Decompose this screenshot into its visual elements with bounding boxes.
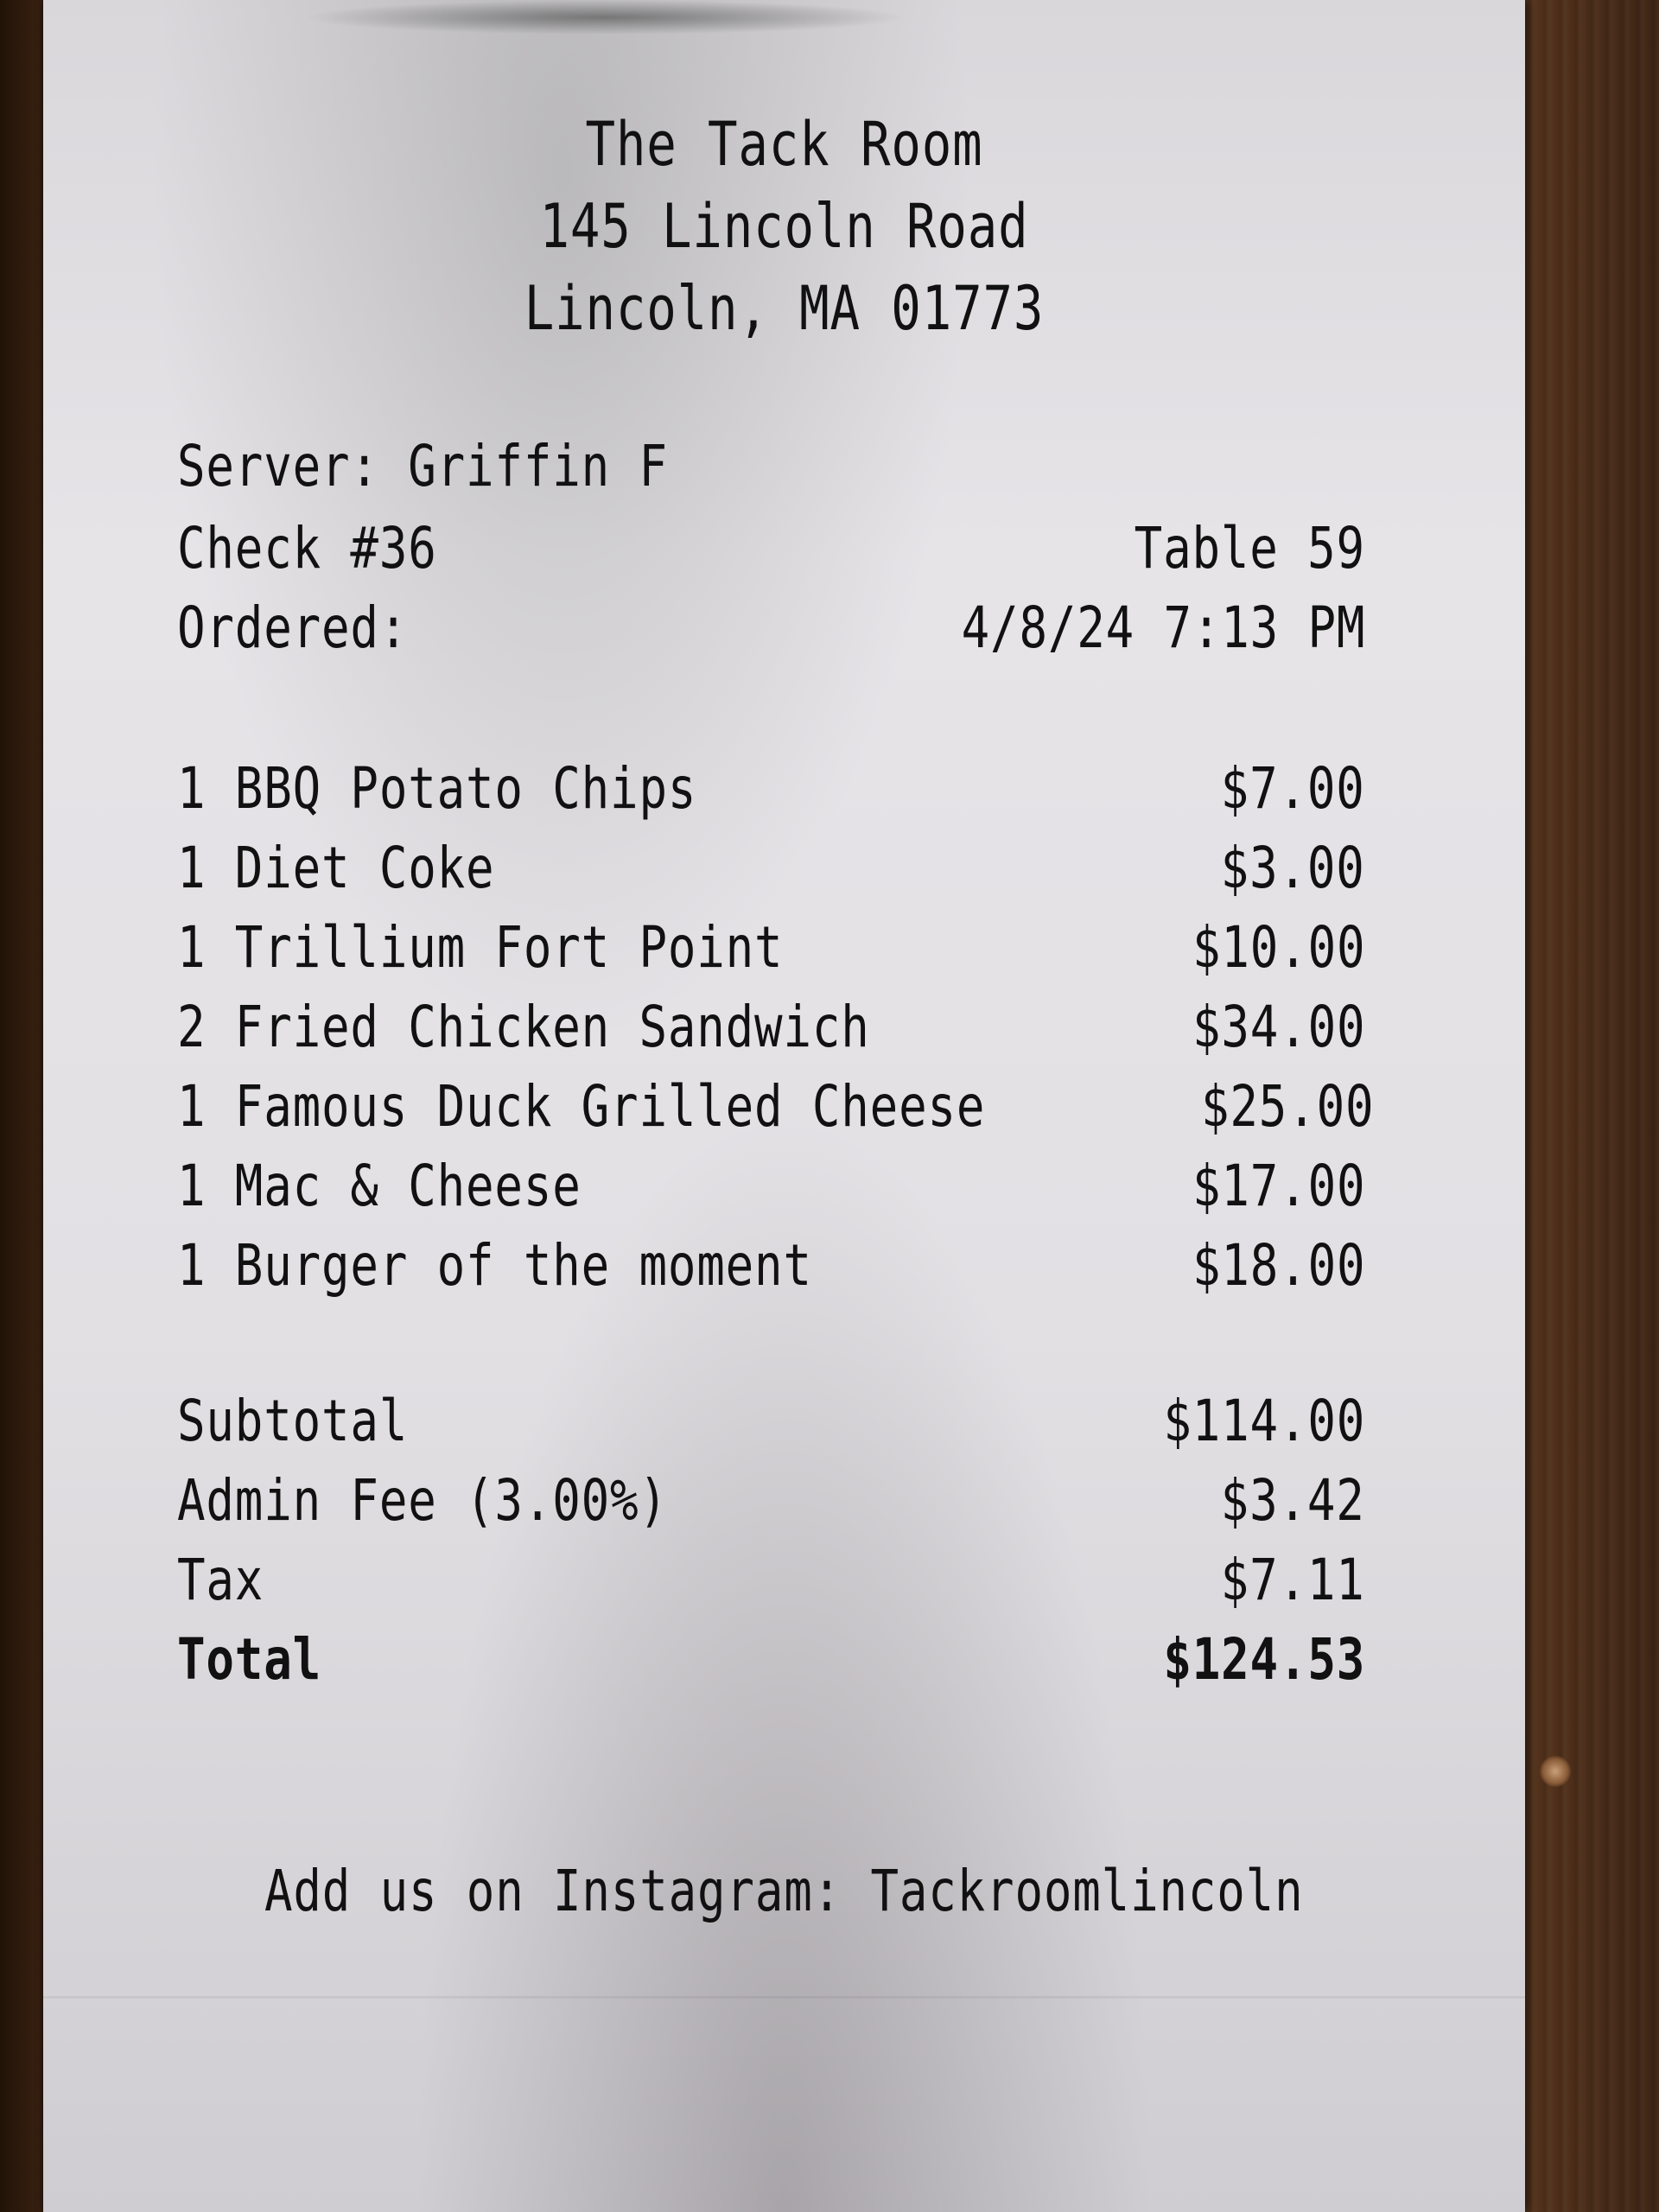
item-price: $3.00	[1220, 835, 1365, 901]
tax-row: Tax $7.11	[177, 1541, 1365, 1619]
line-item: 1 Trillium Fort Point $10.00	[177, 909, 1365, 987]
item-label: 1 Trillium Fort Point	[177, 914, 784, 981]
tax-label: Tax	[177, 1547, 264, 1613]
item-label: 1 BBQ Potato Chips	[177, 755, 697, 822]
ordered-label: Ordered:	[177, 594, 409, 661]
paper-fold	[43, 1996, 1525, 1999]
item-price: $34.00	[1192, 994, 1365, 1060]
line-item: 2 Fried Chicken Sandwich $34.00	[177, 988, 1365, 1066]
ordered-datetime: 4/8/24 7:13 PM	[961, 594, 1365, 661]
ordered-row: Ordered: 4/8/24 7:13 PM	[177, 589, 1365, 667]
address-line-2: Lincoln, MA 01773	[524, 273, 1045, 344]
item-label: 1 Famous Duck Grilled Cheese	[177, 1073, 986, 1140]
server-name: Server: Griffin F	[177, 433, 668, 499]
wood-knot	[1540, 1756, 1571, 1787]
line-item: 1 Famous Duck Grilled Cheese $25.00	[177, 1068, 1373, 1146]
check-number: Check #36	[177, 515, 437, 582]
admin-fee-row: Admin Fee (3.00%) $3.42	[177, 1462, 1365, 1540]
item-price: $10.00	[1192, 914, 1365, 981]
total-value: $124.53	[1163, 1626, 1365, 1693]
address-line-1: 145 Lincoln Road	[539, 191, 1029, 262]
subtotal-value: $114.00	[1163, 1388, 1365, 1454]
line-item: 1 Mac & Cheese $17.00	[177, 1147, 1365, 1225]
line-item: 1 BBQ Potato Chips $7.00	[177, 750, 1365, 828]
line-item: 1 Burger of the moment $18.00	[177, 1227, 1365, 1305]
server-row: Server: Griffin F	[177, 428, 1365, 505]
receipt-header: The Tack Room 145 Lincoln Road Lincoln, …	[43, 104, 1525, 350]
item-label: 1 Mac & Cheese	[177, 1153, 582, 1219]
admin-fee-label: Admin Fee (3.00%)	[177, 1467, 668, 1534]
subtotal-row: Subtotal $114.00	[177, 1382, 1365, 1460]
item-price: $18.00	[1192, 1232, 1365, 1299]
item-label: 1 Burger of the moment	[177, 1232, 812, 1299]
admin-fee-value: $3.42	[1220, 1467, 1365, 1534]
restaurant-name: The Tack Room	[585, 109, 983, 180]
item-price: $7.00	[1220, 755, 1365, 822]
total-label: Total	[177, 1626, 322, 1693]
item-price: $17.00	[1192, 1153, 1365, 1219]
tax-value: $7.11	[1220, 1547, 1365, 1613]
instagram-note: Add us on Instagram: Tackroomlincoln	[264, 1858, 1304, 1924]
receipt-paper: The Tack Room 145 Lincoln Road Lincoln, …	[43, 0, 1525, 2212]
item-label: 1 Diet Coke	[177, 835, 495, 901]
subtotal-label: Subtotal	[177, 1388, 409, 1454]
item-label: 2 Fried Chicken Sandwich	[177, 994, 870, 1060]
line-item: 1 Diet Coke $3.00	[177, 830, 1365, 907]
check-row: Check #36 Table 59	[177, 510, 1365, 588]
receipt-footer: Add us on Instagram: Tackroomlincoln	[43, 1858, 1525, 1924]
total-row: Total $124.53	[177, 1621, 1365, 1699]
item-price: $25.00	[1200, 1073, 1375, 1140]
table-number: Table 59	[1134, 515, 1365, 582]
ink-smudge	[302, 0, 907, 35]
